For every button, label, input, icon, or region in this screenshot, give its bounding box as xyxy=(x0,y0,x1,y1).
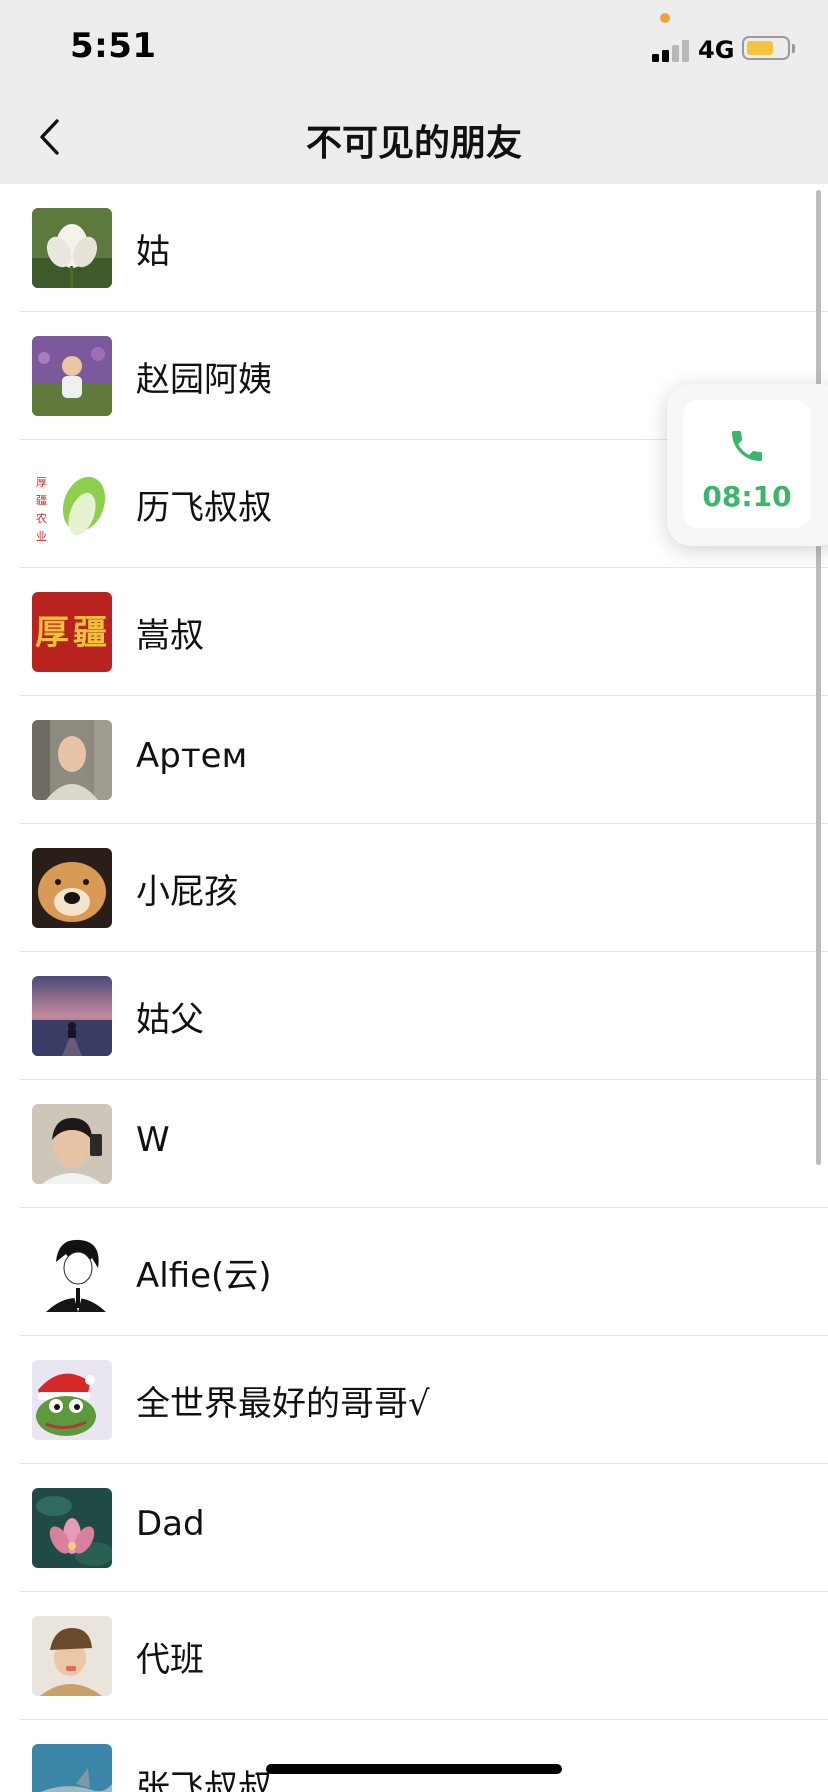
contact-name: 姑 xyxy=(136,232,170,272)
avatar xyxy=(32,1232,112,1312)
screen: 5:51 4G 不可见的朋友 姑 赵园阿姨 厚 疆 农 业 历飞叔叔 厚 疆 嵩… xyxy=(0,0,828,1792)
list-item[interactable]: 全世界最好的哥哥√ xyxy=(0,1336,828,1464)
avatar xyxy=(32,336,112,416)
contact-name: 张飞叔叔 xyxy=(136,1768,272,1792)
contact-name: Alfie(云) xyxy=(136,1256,272,1296)
avatar-logo-text: 厚 xyxy=(35,613,69,653)
contact-name: Артем xyxy=(136,736,248,776)
contact-name: Dad xyxy=(136,1504,205,1544)
avatar xyxy=(32,208,112,288)
list-item[interactable]: 姑父 xyxy=(0,952,828,1080)
list-item[interactable]: 小屁孩 xyxy=(0,824,828,952)
avatar xyxy=(32,1488,112,1568)
list-item[interactable]: Dad xyxy=(0,1464,828,1592)
avatar-logo-text: 农 xyxy=(36,511,47,525)
avatar xyxy=(32,720,112,800)
battery-cap xyxy=(792,44,795,53)
list-item[interactable]: 张飞叔叔 xyxy=(0,1720,828,1792)
avatar xyxy=(32,848,112,928)
home-indicator[interactable] xyxy=(266,1764,562,1774)
network-type: 4G xyxy=(698,36,735,64)
status-time: 5:51 xyxy=(70,26,157,66)
recording-indicator-dot xyxy=(660,13,670,23)
call-bubble-inner: 08:10 xyxy=(683,400,811,528)
avatar: 厚 疆 xyxy=(32,592,112,672)
list-item[interactable]: 厚 疆 嵩叔 xyxy=(0,568,828,696)
list-item[interactable]: 代班 xyxy=(0,1592,828,1720)
contact-name: 历飞叔叔 xyxy=(136,488,272,528)
scrollbar[interactable] xyxy=(816,190,821,1165)
contact-name: 赵园阿姨 xyxy=(136,360,272,400)
avatar xyxy=(32,1616,112,1696)
list-item[interactable]: W xyxy=(0,1080,828,1208)
floating-call-bubble[interactable]: 08:10 xyxy=(667,384,828,546)
avatar-logo-text: 厚 xyxy=(36,476,47,489)
list-item[interactable]: Артем xyxy=(0,696,828,824)
contact-name: 代班 xyxy=(136,1640,204,1680)
battery-icon xyxy=(742,36,790,60)
contact-name: 全世界最好的哥哥√ xyxy=(136,1384,430,1424)
avatar xyxy=(32,1744,112,1792)
avatar xyxy=(32,1104,112,1184)
list-item[interactable]: 姑 xyxy=(0,184,828,312)
contact-name: 姑父 xyxy=(136,1000,204,1040)
call-duration: 08:10 xyxy=(702,480,792,513)
contact-name: 小屁孩 xyxy=(136,872,238,912)
page-title: 不可见的朋友 xyxy=(305,123,522,164)
list-item[interactable]: Alfie(云) xyxy=(0,1208,828,1336)
phone-icon xyxy=(732,431,762,461)
avatar xyxy=(32,976,112,1056)
nav-bar: 不可见的朋友 xyxy=(0,92,828,184)
contact-name: 嵩叔 xyxy=(136,616,204,656)
avatar-logo-text: 业 xyxy=(36,530,47,543)
signal-strength-icon xyxy=(652,38,692,62)
contact-name: W xyxy=(136,1120,170,1160)
avatar xyxy=(32,1360,112,1440)
avatar: 厚 疆 农 业 xyxy=(32,464,112,544)
avatar-logo-text: 疆 xyxy=(73,613,107,653)
status-bar: 5:51 4G xyxy=(0,0,828,92)
avatar-logo-text: 疆 xyxy=(36,494,47,507)
